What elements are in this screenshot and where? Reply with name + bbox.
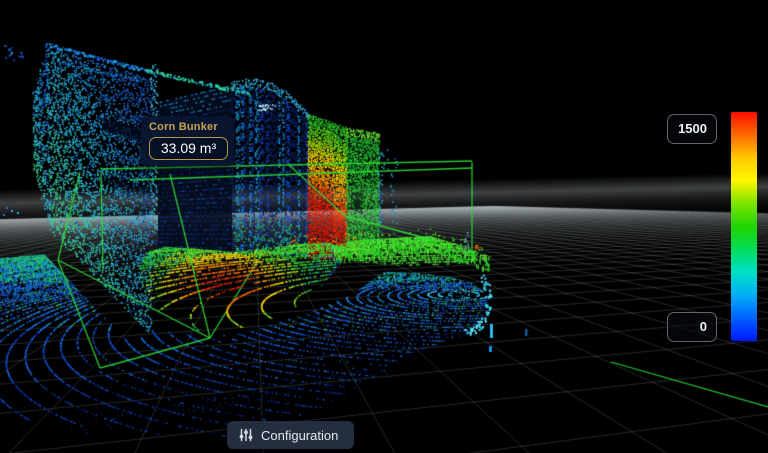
- colorbar: [731, 112, 757, 341]
- point-cloud-viewport[interactable]: Corn Bunker 33.09 m³ 1500 0 Configuratio…: [0, 0, 768, 453]
- point-cloud-canvas[interactable]: [0, 0, 768, 453]
- sliders-icon: [239, 428, 253, 442]
- tooltip-title: Corn Bunker: [149, 121, 228, 133]
- volume-value: 33.09 m³: [149, 137, 228, 160]
- legend-min-field[interactable]: 0: [667, 312, 717, 342]
- legend-max-field[interactable]: 1500: [667, 114, 717, 144]
- configuration-button[interactable]: Configuration: [227, 421, 354, 449]
- configuration-label: Configuration: [261, 428, 338, 443]
- corn-bunker-tooltip: Corn Bunker 33.09 m³: [141, 116, 234, 166]
